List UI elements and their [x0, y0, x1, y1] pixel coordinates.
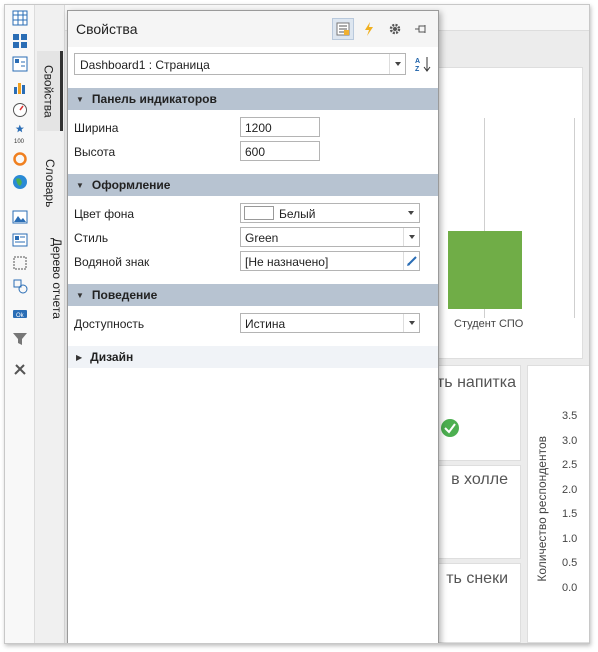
width-label: Ширина — [74, 121, 119, 135]
height-value: 600 — [245, 145, 266, 159]
style-value: Green — [245, 231, 279, 245]
chart2-tile[interactable]: Количество респондентов 3.5 3.0 2.5 2.0 1.5 1… — [527, 365, 589, 643]
section-label: Поведение — [91, 288, 158, 302]
region-map-icon[interactable] — [11, 173, 29, 191]
height-input[interactable]: 600 — [240, 141, 320, 161]
svg-text:Ok: Ok — [16, 313, 25, 319]
chart-gridline — [574, 118, 575, 318]
panel-title: Свойства — [76, 21, 138, 37]
y-tick-label: 3.0 — [562, 434, 578, 447]
y-tick-label: 1.0 — [562, 532, 578, 545]
tab-properties[interactable]: Свойства — [37, 51, 63, 131]
panel-header: Свойства — [68, 11, 438, 47]
y-tick-label: 2.5 — [562, 459, 578, 471]
tile-text: в холле — [451, 471, 508, 488]
text-icon[interactable] — [11, 231, 29, 249]
shape-icon[interactable] — [11, 277, 29, 295]
component-selector-value: Dashboard1 : Страница — [80, 58, 210, 72]
y-tick-label: 0.0 — [562, 581, 578, 594]
filter-icon[interactable] — [11, 330, 29, 348]
y-axis-title-wrap: Количество респондентов — [532, 414, 552, 604]
height-label: Высота — [74, 145, 116, 159]
y-tick-label: 0.5 — [562, 557, 578, 569]
color-swatch — [244, 206, 274, 220]
y-tick-label: 2.0 — [562, 483, 578, 496]
events-icon[interactable] — [358, 18, 380, 40]
collapse-icon: ▼ — [76, 180, 84, 190]
tab-dictionary[interactable]: Словарь — [37, 143, 63, 223]
chevron-down-icon[interactable] — [403, 228, 419, 246]
svg-text:A: A — [415, 58, 420, 65]
collapse-icon: ▼ — [76, 290, 84, 300]
bg-color-value: Белый — [279, 207, 316, 221]
pin-icon[interactable] — [410, 18, 432, 40]
tab-dictionary-label: Словарь — [43, 158, 57, 208]
chevron-down-icon[interactable] — [389, 54, 405, 74]
panel-header-icons — [332, 18, 432, 40]
style-select[interactable]: Green — [240, 227, 420, 247]
gauge-icon[interactable] — [11, 101, 29, 119]
component-selector[interactable]: Dashboard1 : Страница — [74, 53, 406, 75]
width-input[interactable]: 1200 — [240, 117, 320, 137]
properties-icon[interactable] — [332, 18, 354, 40]
table-icon[interactable] — [11, 9, 29, 27]
settings-icon[interactable] — [384, 18, 406, 40]
section-appearance[interactable]: ▼ Оформление — [68, 174, 438, 196]
indicator-icon[interactable]: 100 — [11, 123, 29, 145]
side-tabs: Свойства Словарь Дерево отчета — [35, 5, 65, 643]
watermark-field[interactable]: [Не назначено] — [240, 251, 420, 271]
chevron-down-icon[interactable] — [403, 314, 419, 332]
panel-icon[interactable] — [11, 254, 29, 272]
cards-icon[interactable] — [11, 32, 29, 50]
svg-text:Z: Z — [415, 66, 420, 73]
tab-properties-label: Свойства — [41, 64, 56, 118]
tile-text: ть напитка — [436, 374, 516, 391]
tile-text: ть снеки — [446, 570, 508, 587]
button-icon[interactable]: Ok — [11, 308, 29, 320]
section-design[interactable]: ▶ Дизайн — [68, 346, 438, 368]
section-panel-indicators[interactable]: ▼ Панель индикаторов — [68, 88, 438, 110]
y-axis-title: Количество респондентов — [535, 436, 549, 582]
style-label: Стиль — [74, 231, 109, 245]
bg-color-picker[interactable]: Белый — [240, 203, 420, 223]
component-toolbox: 100 Ok — [5, 5, 35, 643]
svg-text:100: 100 — [14, 139, 25, 144]
x-tick-label: Студент СПО — [454, 318, 524, 330]
expand-icon: ▶ — [76, 352, 83, 362]
section-label: Панель индикаторов — [91, 92, 217, 106]
watermark-label: Водяной знак — [74, 255, 150, 269]
chart-bar[interactable] — [448, 231, 522, 309]
bg-color-label: Цвет фона — [74, 207, 135, 221]
access-label: Доступность — [74, 317, 145, 331]
watermark-value: [Не назначено] — [245, 255, 329, 269]
access-value: Истина — [245, 317, 286, 331]
y-tick-label: 3.5 — [562, 410, 578, 422]
designer-window: 100 Ok Свойства Словарь Дерево отчета Ст… — [4, 4, 590, 644]
progress-icon[interactable] — [11, 150, 29, 168]
tab-report-tree[interactable]: Дерево отчета — [37, 233, 64, 323]
width-value: 1200 — [245, 121, 272, 135]
tools-icon[interactable] — [11, 360, 29, 378]
check-icon — [441, 419, 459, 437]
section-label: Оформление — [91, 178, 171, 192]
y-tick-label: 1.5 — [562, 508, 578, 520]
section-behavior[interactable]: ▼ Поведение — [68, 284, 438, 306]
collapse-icon: ▼ — [76, 94, 84, 104]
section-label: Дизайн — [90, 350, 134, 364]
edit-pencil-icon[interactable] — [403, 252, 419, 270]
tab-report-tree-label: Дерево отчета — [50, 237, 64, 319]
chart-icon[interactable] — [11, 78, 29, 96]
sort-alphabet-icon[interactable]: AZ — [412, 53, 434, 75]
access-select[interactable]: Истина — [240, 313, 420, 333]
image-icon[interactable] — [11, 208, 29, 226]
properties-panel: Свойства Dashboard1 : Страница A Z ▼ Пан… — [67, 10, 439, 643]
chevron-down-icon[interactable] — [403, 204, 419, 222]
pivot-icon[interactable] — [11, 55, 29, 73]
